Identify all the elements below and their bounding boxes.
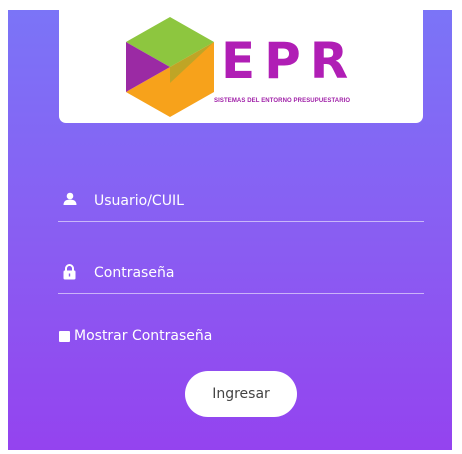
brand-name: EPR xyxy=(221,32,358,90)
logo-card: EPR SISTEMAS DEL ENTORNO PRESUPUESTARIO xyxy=(59,10,423,123)
show-password-label[interactable]: Mostrar Contraseña xyxy=(74,328,212,344)
lock-icon xyxy=(63,264,76,280)
password-underline xyxy=(58,293,424,294)
password-placeholder: Contraseña xyxy=(94,265,175,281)
password-field[interactable]: Contraseña xyxy=(58,258,424,294)
user-icon xyxy=(63,192,77,205)
username-field[interactable]: Usuario/CUIL xyxy=(58,186,424,222)
show-password-checkbox[interactable] xyxy=(59,331,70,342)
login-button[interactable]: Ingresar xyxy=(185,371,297,417)
username-placeholder: Usuario/CUIL xyxy=(94,193,184,209)
username-underline xyxy=(58,221,424,222)
epr-logo-icon xyxy=(126,17,214,117)
brand-subtitle: SISTEMAS DEL ENTORNO PRESUPUESTARIO xyxy=(214,98,351,104)
login-panel: EPR SISTEMAS DEL ENTORNO PRESUPUESTARIO … xyxy=(8,10,452,450)
